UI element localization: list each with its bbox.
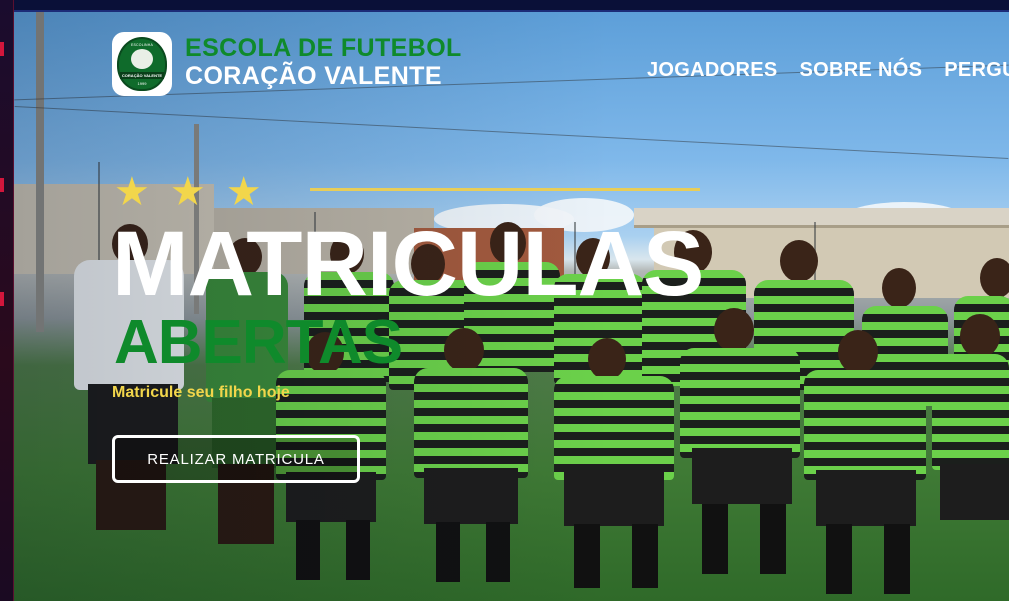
star-icon: ★ [225,170,262,214]
nav-sobre-nos[interactable]: SOBRE NÓS [800,59,923,82]
school-logo[interactable]: ESCOLINHA CORAÇÃO VALENTE 1999 [112,32,172,96]
star-icon: ★ [114,170,150,214]
lion-icon [131,48,153,69]
top-bar [14,0,1009,12]
brand-title-line1[interactable]: ESCOLA DE FUTEBOL [185,34,462,63]
logo-top-text: ESCOLINHA [130,42,154,47]
lion-crest-icon: ESCOLINHA CORAÇÃO VALENTE 1999 [117,37,167,91]
nav-perguntas[interactable]: PERGU [944,59,1009,82]
main-nav: JOGADORES SOBRE NÓS PERGU [647,59,1009,82]
nav-jogadores[interactable]: JOGADORES [647,59,778,82]
star-icon: ★ [169,170,206,214]
logo-year: 1999 [137,80,147,86]
rating-stars: ★ ★ ★ [114,172,262,212]
left-edge-strip [0,0,14,601]
edge-marker [0,42,4,56]
enroll-button-label: REALIZAR MATRICULA [147,450,325,468]
edge-marker [0,292,4,306]
hero-headline: MATRICULAS [112,213,704,315]
hero-subheadline: ABERTAS [114,308,403,377]
brand-title-line2[interactable]: CORAÇÃO VALENTE [185,62,442,91]
hero-tagline: Matricule seu filho hoje [112,384,290,401]
edge-marker [0,178,4,192]
logo-band-text: CORAÇÃO VALENTE [119,71,165,79]
enroll-button[interactable]: REALIZAR MATRICULA [112,435,360,483]
decorative-divider [310,188,700,191]
hero-photo: ESCOLINHA CORAÇÃO VALENTE 1999 ESCOLA DE… [14,12,1009,601]
